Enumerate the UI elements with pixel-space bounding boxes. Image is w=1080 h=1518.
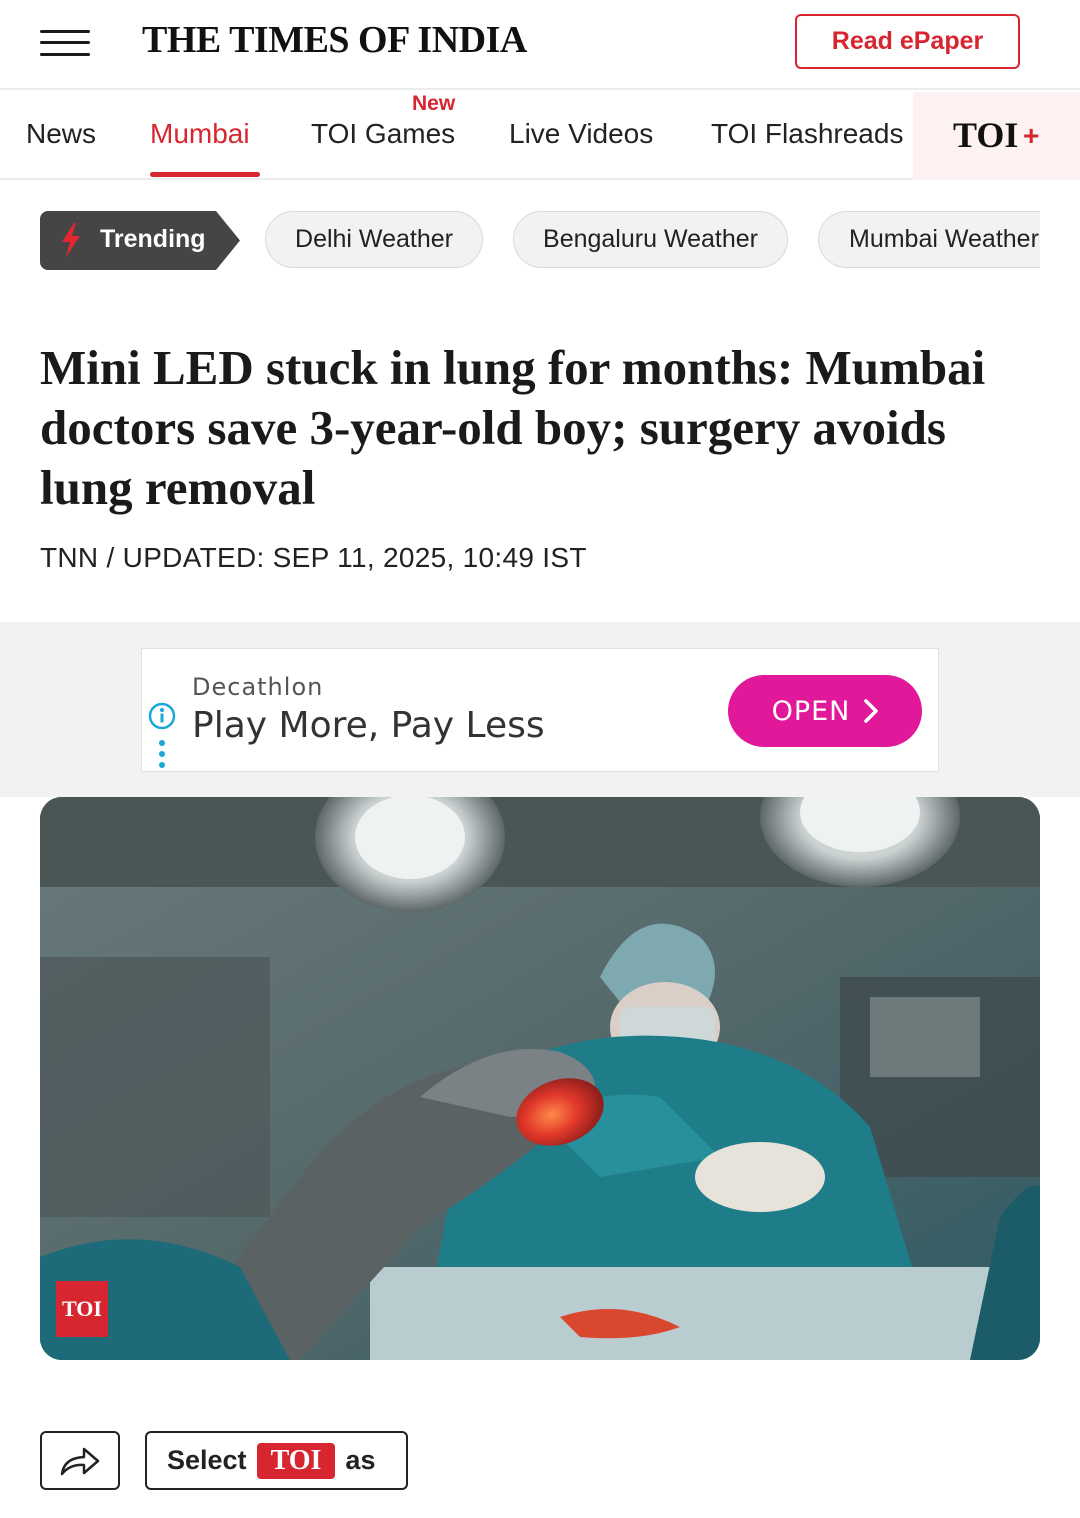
nav-item-toi-flashreads[interactable]: TOI Flashreads — [711, 118, 903, 150]
ad-open-label: OPEN — [771, 695, 851, 727]
ad-open-button[interactable]: OPEN — [728, 675, 922, 747]
ad-card[interactable]: Decathlon Play More, Pay Less OPEN — [141, 648, 939, 772]
share-button[interactable] — [40, 1431, 120, 1490]
active-tab-indicator — [150, 172, 260, 177]
nav-item-toi-plus[interactable]: TOI + — [913, 92, 1080, 180]
more-vertical-icon[interactable] — [158, 739, 166, 769]
select-prefix: Select — [167, 1445, 247, 1475]
nav-item-toi-games[interactable]: TOI Games — [311, 118, 455, 150]
ad-title: Play More, Pay Less — [192, 705, 545, 746]
ad-banner: Decathlon Play More, Pay Less OPEN — [0, 622, 1080, 797]
toi-plus-icon: + — [1023, 120, 1040, 151]
new-badge: New — [412, 92, 456, 115]
nav-item-news[interactable]: News — [26, 118, 96, 150]
nav-item-live-videos[interactable]: Live Videos — [509, 118, 653, 150]
trending-label: Trending — [100, 225, 206, 253]
select-toi-preferred-source-button[interactable]: Select TOI as — [145, 1431, 408, 1490]
chevron-right-icon — [864, 699, 879, 723]
nav-item-mumbai[interactable]: Mumbai — [150, 118, 250, 150]
info-icon[interactable] — [147, 701, 177, 731]
article-byline: TNN / UPDATED: SEP 11, 2025, 10:49 IST — [40, 542, 587, 573]
ad-brand: Decathlon — [192, 673, 324, 701]
read-epaper-button[interactable]: Read ePaper — [795, 14, 1020, 69]
toi-plus-label: TOI — [953, 115, 1019, 155]
toi-watermark: TOI — [56, 1281, 108, 1337]
lightning-bolt-icon — [62, 223, 80, 257]
chip-mumbai-weather[interactable]: Mumbai Weather — [818, 211, 1040, 268]
hamburger-menu-icon[interactable] — [40, 28, 90, 58]
surgery-illustration — [40, 797, 1040, 1360]
trending-tag[interactable]: Trending — [40, 211, 240, 270]
select-suffix: as — [345, 1445, 376, 1475]
site-logo[interactable]: THE TIMES OF INDIA — [142, 18, 527, 62]
toi-brand-badge: TOI — [256, 1442, 336, 1479]
share-icon — [60, 1447, 100, 1475]
article-headline: Mini LED stuck in lung for months: Mumba… — [40, 340, 986, 515]
chip-bengaluru-weather[interactable]: Bengaluru Weather — [513, 211, 788, 268]
section-nav: News Mumbai New TOI Games Live Videos TO… — [0, 92, 1080, 180]
chip-delhi-weather[interactable]: Delhi Weather — [265, 211, 483, 268]
top-header: THE TIMES OF INDIA Read ePaper — [0, 0, 1080, 90]
article-hero-image[interactable]: TOI — [40, 797, 1040, 1360]
